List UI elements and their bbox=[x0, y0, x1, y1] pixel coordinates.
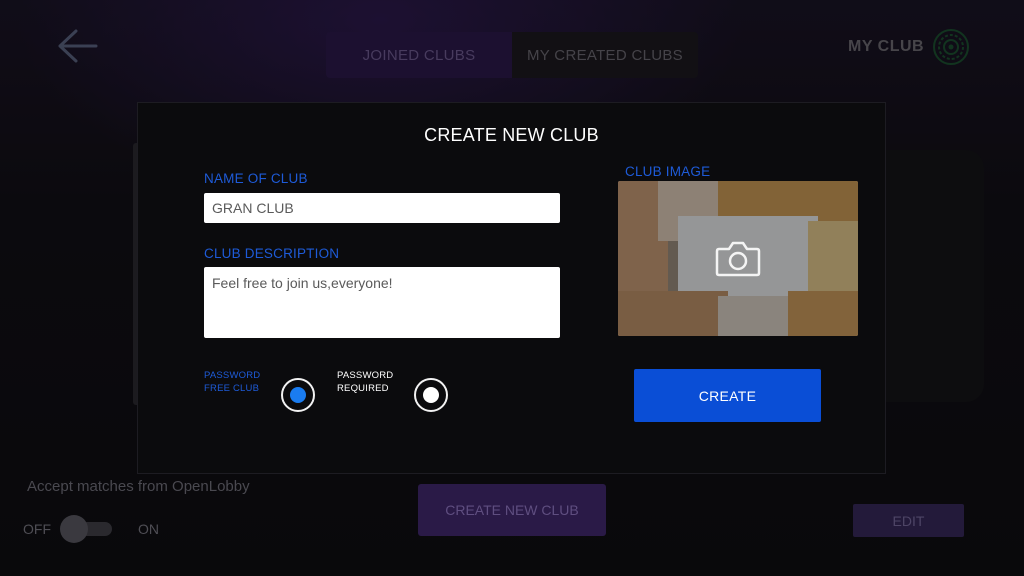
create-button[interactable]: CREATE bbox=[634, 369, 821, 422]
camera-icon bbox=[715, 241, 761, 277]
password-required-label-line2: REQUIRED bbox=[337, 383, 389, 394]
password-required-label-line1: PASSWORD bbox=[337, 370, 394, 381]
password-free-label-line2: FREE CLUB bbox=[204, 383, 260, 394]
password-free-label-line1: PASSWORD bbox=[204, 370, 261, 381]
toggle-off-label: OFF bbox=[23, 521, 51, 537]
toggle-on-label: ON bbox=[138, 521, 159, 537]
password-required-radio[interactable] bbox=[414, 378, 448, 412]
club-description-label: CLUB DESCRIPTION bbox=[204, 246, 340, 261]
password-free-label: PASSWORD FREE CLUB bbox=[204, 369, 260, 395]
dialog-title: CREATE NEW CLUB bbox=[424, 125, 599, 145]
club-image-picker[interactable] bbox=[618, 181, 858, 336]
password-free-radio[interactable] bbox=[281, 378, 315, 412]
toggle-knob bbox=[60, 515, 88, 543]
club-name-label: NAME OF CLUB bbox=[204, 171, 308, 186]
create-club-dialog: CREATE NEW CLUB NAME OF CLUB GRAN CLUB C… bbox=[137, 102, 886, 474]
club-description-input[interactable]: Feel free to join us,everyone! bbox=[204, 267, 560, 338]
create-new-club-button[interactable]: CREATE NEW CLUB bbox=[418, 484, 606, 536]
password-required-label: PASSWORD REQUIRED bbox=[337, 369, 393, 395]
accept-matches-label: Accept matches from OpenLobby bbox=[27, 478, 250, 495]
club-image-label: CLUB IMAGE bbox=[625, 164, 711, 179]
club-name-input[interactable]: GRAN CLUB bbox=[204, 193, 560, 223]
edit-button[interactable]: EDIT bbox=[853, 504, 964, 537]
accept-matches-toggle[interactable] bbox=[60, 515, 112, 543]
radio-selected-dot bbox=[290, 387, 306, 403]
radio-unselected-dot bbox=[423, 387, 439, 403]
